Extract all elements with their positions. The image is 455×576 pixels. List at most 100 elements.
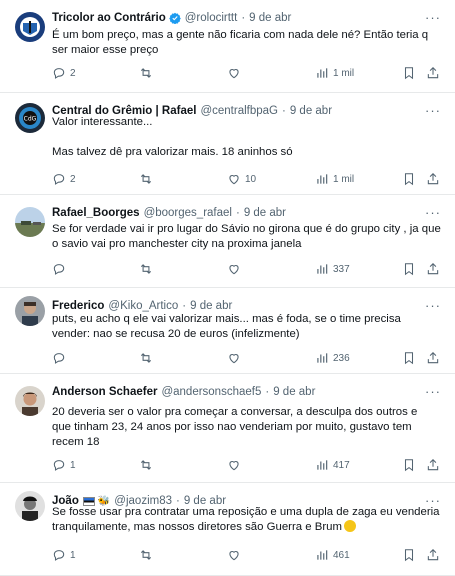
tweet-date[interactable]: 9 de abr <box>190 300 232 312</box>
tweet-text-line: Valor interessante... <box>52 116 153 128</box>
separator-dot: · <box>241 12 246 24</box>
views-button[interactable]: 1 mil <box>315 66 354 80</box>
reply-count: 2 <box>70 173 76 185</box>
author-handle[interactable]: @rolocirttt <box>185 12 238 24</box>
retweet-icon <box>139 351 153 365</box>
share-button[interactable] <box>426 262 440 276</box>
like-button[interactable] <box>227 262 245 276</box>
reply-tweet[interactable]: Rafael_Boorges @boorges_rafael · 9 de ab… <box>0 195 455 288</box>
tweet-date[interactable]: 9 de abr <box>244 207 286 219</box>
more-options-icon[interactable]: ··· <box>425 205 441 220</box>
bookmark-button[interactable] <box>402 172 416 186</box>
like-button[interactable]: 10 <box>227 172 256 186</box>
author-name[interactable]: Tricolor ao Contrário <box>52 12 166 24</box>
retweet-button[interactable] <box>139 66 157 80</box>
reply-tweet[interactable]: Frederico @Kiko_Artico · 9 de abr ··· pu… <box>0 288 455 374</box>
reply-tweet[interactable]: CdG Central do Grêmio | Rafael @centralf… <box>0 93 455 195</box>
tweet-text-line: ser maior esse preço <box>52 44 159 56</box>
tweet-actions: 2 1 mil <box>52 66 441 82</box>
reply-tweet[interactable]: João 🐝 @jaozim83 · 9 de abr ··· Se fosse … <box>0 483 455 576</box>
tweet-header: Rafael_Boorges @boorges_rafael · 9 de ab… <box>52 205 425 221</box>
more-options-icon[interactable]: ··· <box>425 10 441 25</box>
author-name[interactable]: Rafael_Boorges <box>52 207 140 219</box>
views-icon <box>315 458 329 472</box>
views-button[interactable]: 236 <box>315 351 350 365</box>
share-button[interactable] <box>426 458 440 472</box>
share-button[interactable] <box>426 351 440 365</box>
reply-button[interactable]: 2 <box>52 66 76 80</box>
reply-tweet[interactable]: Anderson Schaefer @andersonschaef5 · 9 d… <box>0 374 455 483</box>
retweet-button[interactable] <box>139 548 157 562</box>
tweet-text-line: Se fosse usar pra contratar uma reposiçã… <box>52 506 440 518</box>
like-button[interactable] <box>227 548 245 562</box>
views-button[interactable]: 337 <box>315 262 350 276</box>
share-icon <box>426 458 440 472</box>
share-button[interactable] <box>426 172 440 186</box>
tweet-date[interactable]: 9 de abr <box>273 386 315 398</box>
avatar[interactable] <box>15 296 45 326</box>
tweet-actions: 1 417 <box>52 458 441 474</box>
retweet-button[interactable] <box>139 172 157 186</box>
avatar[interactable] <box>15 386 45 416</box>
reply-icon <box>52 262 66 276</box>
author-handle[interactable]: @andersonschaef5 <box>161 386 261 398</box>
reply-icon <box>52 458 66 472</box>
share-icon <box>426 548 440 562</box>
reply-button[interactable] <box>52 351 70 365</box>
avatar[interactable]: CdG <box>15 103 45 133</box>
author-name[interactable]: Anderson Schaefer <box>52 386 157 398</box>
author-handle[interactable]: @boorges_rafael <box>144 207 232 219</box>
reply-button[interactable]: 1 <box>52 548 76 562</box>
more-options-icon[interactable]: ··· <box>425 298 441 313</box>
retweet-button[interactable] <box>139 458 157 472</box>
more-options-icon[interactable]: ··· <box>425 384 441 399</box>
tweet-text-line: tranquilamente, mas nossos diretores são… <box>52 521 342 533</box>
reply-button[interactable] <box>52 262 70 276</box>
bookmark-button[interactable] <box>402 66 416 80</box>
views-icon <box>315 548 329 562</box>
avatar[interactable] <box>15 207 45 237</box>
like-button[interactable] <box>227 351 245 365</box>
tweet-text-line: puts, eu acho q ele vai valorizar mais..… <box>52 313 401 325</box>
bookmark-button[interactable] <box>402 351 416 365</box>
bookmark-icon <box>402 66 416 80</box>
views-icon <box>315 262 329 276</box>
tweet-actions: 337 <box>52 262 441 278</box>
like-button[interactable] <box>227 66 245 80</box>
views-button[interactable]: 1 mil <box>315 172 354 186</box>
tweet-text: Se fosse usar pra contratar uma reposiçã… <box>52 505 441 535</box>
bookmark-button[interactable] <box>402 548 416 562</box>
bookmark-button[interactable] <box>402 458 416 472</box>
tweet-date[interactable]: 9 de abr <box>249 12 291 24</box>
avatar[interactable] <box>15 491 45 521</box>
reply-icon <box>52 66 66 80</box>
bookmark-icon <box>402 262 416 276</box>
share-button[interactable] <box>426 548 440 562</box>
retweet-icon <box>139 172 153 186</box>
retweet-button[interactable] <box>139 262 157 276</box>
views-count: 1 mil <box>333 173 355 185</box>
share-icon <box>426 172 440 186</box>
reply-feed: Tricolor ao Contrário @rolocirttt · 9 de… <box>0 0 455 576</box>
views-count: 461 <box>333 549 350 561</box>
tweet-text-line: 20 deveria ser o valor pra começar a con… <box>52 406 418 418</box>
views-count: 236 <box>333 352 350 364</box>
avatar[interactable] <box>15 12 45 42</box>
views-button[interactable]: 417 <box>315 458 350 472</box>
like-button[interactable] <box>227 458 245 472</box>
reply-button[interactable]: 1 <box>52 458 76 472</box>
views-button[interactable]: 461 <box>315 548 350 562</box>
retweet-button[interactable] <box>139 351 157 365</box>
author-handle[interactable]: @Kiko_Artico <box>108 300 178 312</box>
reply-button[interactable]: 2 <box>52 172 76 186</box>
share-button[interactable] <box>426 66 440 80</box>
tweet-text: 20 deveria ser o valor pra começar a con… <box>52 405 441 450</box>
tweet-header: Anderson Schaefer @andersonschaef5 · 9 d… <box>52 384 425 400</box>
author-name[interactable]: Frederico <box>52 300 104 312</box>
reply-tweet[interactable]: Tricolor ao Contrário @rolocirttt · 9 de… <box>0 0 455 93</box>
bookmark-button[interactable] <box>402 262 416 276</box>
views-count: 337 <box>333 263 350 275</box>
reply-icon <box>52 172 66 186</box>
bookmark-icon <box>402 172 416 186</box>
tweet-actions: 1 461 <box>52 548 441 564</box>
